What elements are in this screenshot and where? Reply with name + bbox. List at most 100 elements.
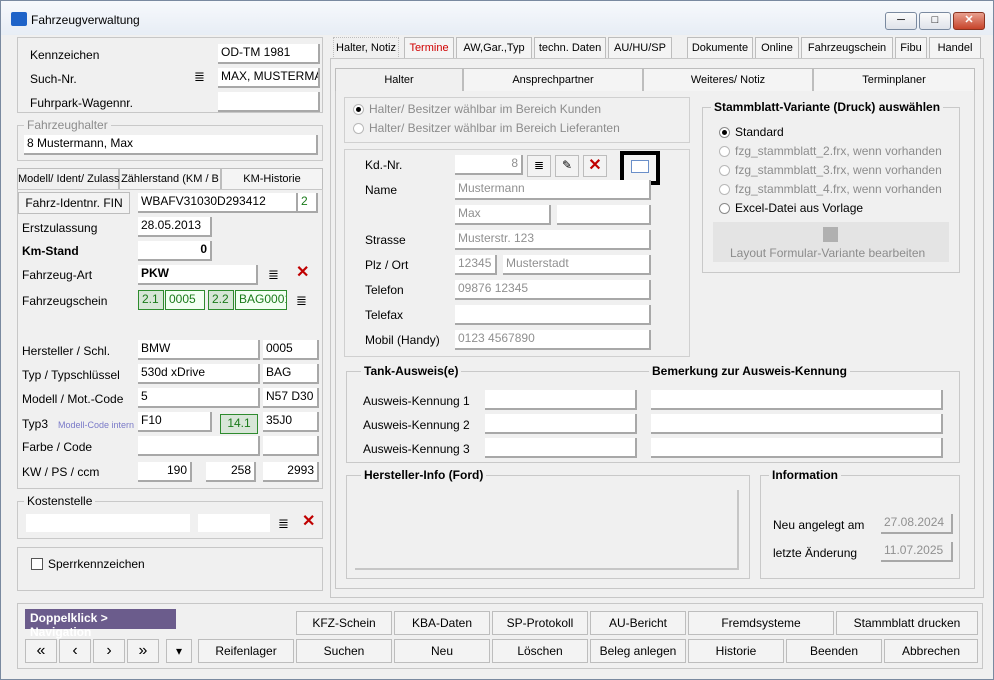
kba-daten-button[interactable]: KBA-Daten	[394, 611, 490, 635]
halter-field[interactable]: 8 Mustermann, Max	[24, 135, 318, 155]
radio-excel[interactable]	[719, 203, 730, 214]
schein-b2[interactable]: BAG00015	[235, 290, 287, 310]
delete-icon[interactable]: ✕	[302, 514, 315, 530]
next-record-button[interactable]: ›	[93, 639, 125, 663]
stammblatt-drucken-button[interactable]: Stammblatt drucken	[836, 611, 978, 635]
schein-a2[interactable]: 0005	[165, 290, 205, 310]
tab-fibu[interactable]: Fibu	[895, 37, 927, 59]
radio-lieferanten[interactable]	[353, 123, 364, 134]
art-field[interactable]: PKW	[138, 265, 258, 285]
ps-field[interactable]: 258	[206, 462, 256, 482]
historie-button[interactable]: Historie	[688, 639, 784, 663]
tab-modell[interactable]: Modell/ Ident/ Zulass	[17, 168, 120, 190]
name1-field[interactable]: Mustermann	[455, 180, 651, 200]
tab-techn-daten[interactable]: techn. Daten	[534, 37, 606, 59]
farbe-code[interactable]	[263, 436, 319, 456]
tab-km-historie[interactable]: KM-Historie	[221, 168, 323, 190]
fin-field[interactable]: WBAFV31030D293412	[138, 193, 298, 213]
au-bericht-button[interactable]: AU-Bericht	[590, 611, 686, 635]
schein-b1[interactable]: 2.2	[208, 290, 234, 310]
neu-button[interactable]: Neu	[394, 639, 490, 663]
tab-aw-gar-typ[interactable]: AW,Gar.,Typ	[456, 37, 532, 59]
beenden-button[interactable]: Beenden	[786, 639, 882, 663]
tab-dokumente[interactable]: Dokumente	[687, 37, 753, 59]
typ-field[interactable]: 530d xDrive	[138, 364, 260, 384]
ccm-field[interactable]: 2993	[263, 462, 319, 482]
radio-kunden[interactable]	[353, 104, 364, 115]
bemerkung1-field[interactable]	[651, 390, 943, 410]
tab-halter-notiz[interactable]: Halter, Notiz	[333, 37, 399, 59]
typ-code[interactable]: BAG	[263, 364, 319, 384]
bemerkung3-field[interactable]	[651, 438, 943, 458]
kdnr-field[interactable]: 8	[455, 155, 523, 175]
kw-field[interactable]: 190	[138, 462, 192, 482]
last-record-button[interactable]: »	[127, 639, 159, 663]
fremdsysteme-button[interactable]: Fremdsysteme	[688, 611, 834, 635]
km-field[interactable]: 0	[138, 241, 212, 261]
minimize-button[interactable]: ─	[885, 12, 917, 30]
navigation-label[interactable]: Doppelklick > Navigation	[25, 609, 176, 639]
typ3-code[interactable]: 35J0	[263, 412, 319, 432]
first-record-button[interactable]: «	[25, 639, 57, 663]
reifenlager-button[interactable]: Reifenlager	[198, 639, 294, 663]
subtab-halter[interactable]: Halter	[335, 68, 463, 92]
edit-icon[interactable]: ✎	[555, 155, 579, 177]
hersteller-code[interactable]: 0005	[263, 340, 319, 360]
ez-field[interactable]: 28.05.2013	[138, 217, 212, 237]
hersteller-info-textarea[interactable]	[355, 490, 739, 570]
ausweis2-field[interactable]	[485, 414, 637, 434]
loeschen-button[interactable]: Löschen	[492, 639, 588, 663]
delete-icon[interactable]: ✕	[296, 265, 309, 281]
mobil-field[interactable]: 0123 4567890	[455, 330, 651, 350]
radio-stamm3[interactable]	[719, 165, 730, 176]
delete-icon[interactable]: ✕	[583, 155, 607, 177]
radio-stamm4[interactable]	[719, 184, 730, 195]
suchnr-field[interactable]: MAX, MUSTERMA	[218, 68, 320, 88]
dropdown-button[interactable]: ▾	[166, 639, 192, 663]
fin-button[interactable]: Fahrz-Identnr. FIN	[18, 192, 130, 214]
list-icon[interactable]: ≣	[296, 294, 307, 308]
ausweis1-field[interactable]	[485, 390, 637, 410]
suchen-button[interactable]: Suchen	[296, 639, 392, 663]
tab-termine[interactable]: Termine	[404, 37, 454, 59]
plz-field[interactable]: 12345	[455, 255, 497, 275]
tab-handel[interactable]: Handel	[929, 37, 981, 59]
maximize-button[interactable]: □	[919, 12, 951, 30]
mot-code[interactable]: N57 D30	[263, 388, 319, 408]
layout-button[interactable]: Layout Formular-Variante bearbeiten	[713, 222, 949, 262]
bemerkung2-field[interactable]	[651, 414, 943, 434]
radio-stamm2[interactable]	[719, 146, 730, 157]
subtab-terminplaner[interactable]: Terminplaner	[813, 68, 975, 92]
ausweis3-field[interactable]	[485, 438, 637, 458]
radio-standard[interactable]	[719, 127, 730, 138]
ort-field[interactable]: Musterstadt	[503, 255, 651, 275]
prev-record-button[interactable]: ‹	[59, 639, 91, 663]
subtab-weiteres-notiz[interactable]: Weiteres/ Notiz	[643, 68, 813, 92]
modell-field[interactable]: 5	[138, 388, 260, 408]
name3-field[interactable]	[557, 205, 651, 225]
tab-fahrzeugschein[interactable]: Fahrzeugschein	[801, 37, 893, 59]
kfz-schein-button[interactable]: KFZ-Schein	[296, 611, 392, 635]
kostenstelle-field[interactable]	[26, 514, 190, 532]
subtab-ansprechpartner[interactable]: Ansprechpartner	[463, 68, 643, 92]
close-button[interactable]: ✕	[953, 12, 985, 30]
tab-online[interactable]: Online	[755, 37, 799, 59]
schein-a1[interactable]: 2.1	[138, 290, 164, 310]
list-icon[interactable]: ≣	[278, 517, 289, 531]
list-icon[interactable]: ≣	[268, 268, 279, 282]
sp-protokoll-button[interactable]: SP-Protokoll	[492, 611, 588, 635]
abbrechen-button[interactable]: Abbrechen	[884, 639, 978, 663]
tab-zaehlerstand[interactable]: Zählerstand (KM / B	[119, 168, 221, 190]
hersteller-field[interactable]: BMW	[138, 340, 260, 360]
farbe-field[interactable]	[138, 436, 260, 456]
beleg-anlegen-button[interactable]: Beleg anlegen	[590, 639, 686, 663]
telefon-field[interactable]: 09876 12345	[455, 280, 651, 300]
list-icon[interactable]: ≣	[194, 70, 205, 84]
telefax-field[interactable]	[455, 305, 651, 325]
typ3-field[interactable]: F10	[138, 412, 212, 432]
strasse-field[interactable]: Musterstr. 123	[455, 230, 651, 250]
tab-au-hu-sp[interactable]: AU/HU/SP	[608, 37, 672, 59]
kennzeichen-field[interactable]: OD-TM 1981	[218, 44, 320, 64]
list-icon[interactable]: ≣	[527, 155, 551, 177]
sperr-checkbox[interactable]	[31, 558, 43, 570]
